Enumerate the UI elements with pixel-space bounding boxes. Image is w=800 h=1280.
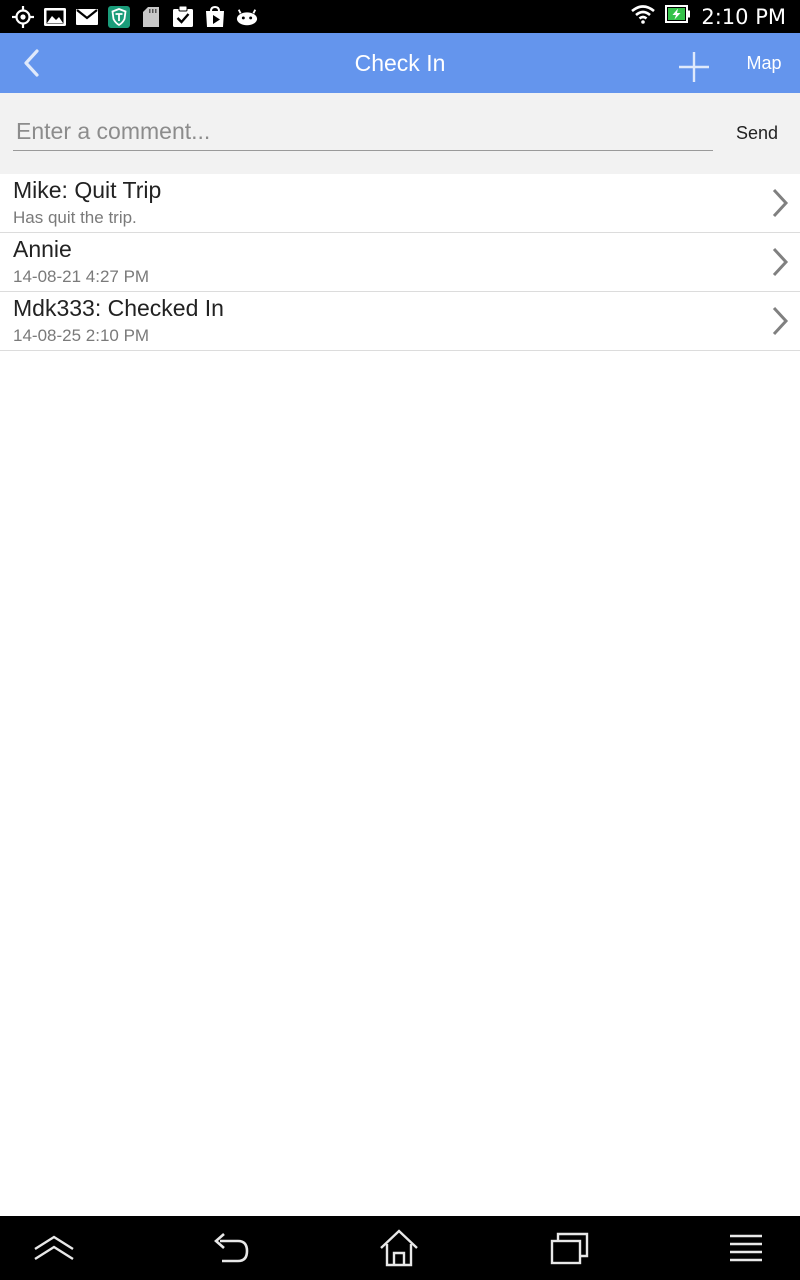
wifi-icon [631,4,656,29]
sd-card-icon [140,6,162,28]
item-subtitle: 14-08-21 4:27 PM [13,267,150,286]
expand-up-button[interactable] [32,1228,76,1268]
chevron-right-icon [772,247,789,277]
plus-icon [679,52,709,82]
system-status: 2:10 PM [631,4,800,29]
menu-icon [730,1234,762,1262]
android-icon [236,6,258,28]
notification-icons [0,5,258,28]
menu-button[interactable] [724,1228,768,1268]
gps-icon [12,5,34,28]
back-icon [214,1233,249,1263]
back-nav-button[interactable] [208,1228,252,1268]
image-icon [44,6,66,28]
home-button[interactable] [377,1228,421,1268]
item-title: Mdk333: Checked In [13,295,224,321]
chevron-left-icon [24,49,39,77]
item-title: Mike: Quit Trip [13,177,162,203]
shield-icon [108,5,130,28]
send-button[interactable]: Send [726,113,788,153]
comment-bar: Send [0,93,800,174]
back-button[interactable] [14,45,50,81]
map-button[interactable]: Map [736,33,792,93]
home-icon [380,1229,418,1267]
navigation-bar [0,1216,800,1280]
checkin-list: Mike: Quit Trip Has quit the trip. Annie… [0,174,800,351]
task-icon [172,5,194,28]
battery-charging-icon [665,5,691,28]
status-bar: 2:10 PM [0,0,800,33]
action-bar: Check In Map [0,33,800,93]
chevron-right-icon [772,306,789,336]
screen: 2:10 PM Check In Map Send Mike: Quit Tri… [0,0,800,1280]
list-item[interactable]: Mike: Quit Trip Has quit the trip. [0,174,800,233]
add-button[interactable] [672,45,716,89]
recent-apps-button[interactable] [548,1228,592,1268]
email-icon [76,6,98,28]
play-store-icon [204,5,226,28]
recent-apps-icon [550,1232,589,1265]
expand-up-icon [34,1235,74,1261]
item-subtitle: 14-08-25 2:10 PM [13,326,150,345]
comment-input[interactable] [13,113,713,151]
item-title: Annie [13,236,72,262]
status-clock: 2:10 PM [701,4,786,29]
item-subtitle: Has quit the trip. [13,208,137,227]
chevron-right-icon [772,188,789,218]
list-item[interactable]: Mdk333: Checked In 14-08-25 2:10 PM [0,292,800,351]
list-item[interactable]: Annie 14-08-21 4:27 PM [0,233,800,292]
